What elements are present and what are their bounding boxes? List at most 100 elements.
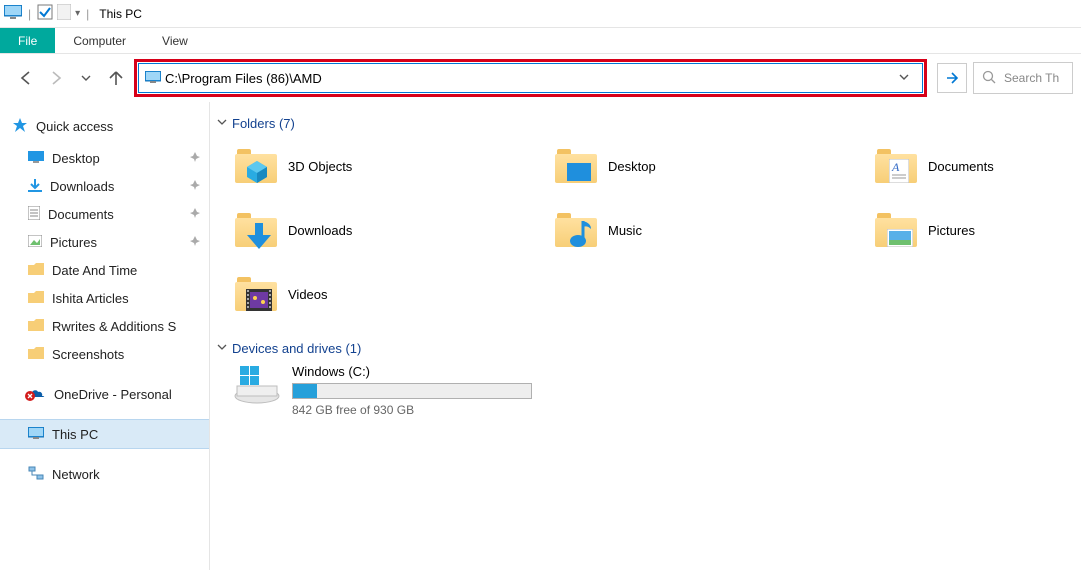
nav-back-button[interactable] — [14, 66, 38, 90]
chevron-down-icon[interactable] — [892, 71, 916, 86]
sidebar-item-label: Ishita Articles — [52, 291, 129, 306]
window-title: This PC — [95, 7, 142, 21]
folder-icon — [28, 291, 44, 306]
sidebar-item-downloads[interactable]: Downloads — [0, 172, 209, 200]
documents-icon — [28, 206, 40, 223]
separator-icon: | — [84, 7, 91, 21]
documents-icon: A — [874, 144, 918, 188]
sidebar-item-label: Desktop — [52, 151, 100, 166]
content: Folders (7) 3D Objects Desktop — [210, 102, 1081, 570]
dropdown-icon[interactable]: ▾ — [75, 8, 80, 19]
sidebar-network[interactable]: Network — [0, 460, 209, 488]
desktop-icon — [554, 144, 598, 188]
sidebar-item-label: Date And Time — [52, 263, 137, 278]
folder-documents[interactable]: A Documents — [874, 139, 1081, 193]
sidebar-item-desktop[interactable]: Desktop — [0, 144, 209, 172]
this-pc-icon — [28, 427, 44, 442]
nav-row: Search Th — [0, 54, 1081, 102]
pin-icon — [189, 151, 201, 166]
search-box[interactable]: Search Th — [973, 62, 1073, 94]
folder-icon — [28, 347, 44, 362]
sidebar-item-ishita-articles[interactable]: Ishita Articles — [0, 284, 209, 312]
separator-icon: | — [26, 7, 33, 21]
star-icon — [12, 117, 28, 136]
sidebar-item-label: OneDrive - Personal — [54, 387, 172, 402]
folders-grid: 3D Objects Desktop A — [214, 139, 1077, 337]
sidebar-item-label: Rwrites & Additions S — [52, 319, 176, 334]
folder-desktop[interactable]: Desktop — [554, 139, 854, 193]
chevron-down-icon — [216, 116, 228, 131]
3dobjects-icon — [234, 144, 278, 188]
folder-label: Documents — [928, 159, 994, 174]
go-button[interactable] — [937, 63, 967, 93]
nav-recent-button[interactable] — [74, 66, 98, 90]
checkbox-icon[interactable] — [37, 4, 53, 23]
sidebar-item-label: Downloads — [50, 179, 114, 194]
drive-label: Windows (C:) — [292, 364, 532, 379]
sidebar-item-label: Screenshots — [52, 347, 124, 362]
music-icon — [554, 208, 598, 252]
desktop-icon — [28, 151, 44, 166]
onedrive-icon — [28, 387, 46, 402]
this-pc-icon — [4, 5, 22, 22]
sidebar-item-label: Network — [52, 467, 100, 482]
folder-3d-objects[interactable]: 3D Objects — [234, 139, 534, 193]
chevron-down-icon — [216, 341, 228, 356]
sidebar-item-screenshots[interactable]: Screenshots — [0, 340, 209, 368]
address-bar[interactable] — [138, 63, 923, 93]
sidebar-item-label: This PC — [52, 427, 98, 442]
this-pc-icon — [145, 71, 161, 86]
network-icon — [28, 466, 44, 483]
drive-icon — [234, 364, 282, 408]
folder-downloads[interactable]: Downloads — [234, 203, 534, 257]
pin-icon — [189, 207, 201, 222]
sidebar-item-documents[interactable]: Documents — [0, 200, 209, 228]
downloads-icon — [234, 208, 278, 252]
sidebar-this-pc[interactable]: This PC — [0, 420, 209, 448]
svg-text:A: A — [891, 160, 900, 174]
pictures-icon — [28, 235, 42, 250]
address-input[interactable] — [161, 71, 892, 86]
nav-up-button[interactable] — [104, 66, 128, 90]
download-icon — [28, 178, 42, 195]
search-icon — [982, 70, 996, 87]
tab-file[interactable]: File — [0, 28, 55, 53]
address-bar-highlight — [134, 59, 927, 97]
drive-usage-bar — [292, 383, 532, 399]
folder-label: Pictures — [928, 223, 975, 238]
drive-windows-c[interactable]: Windows (C:) 842 GB free of 930 GB — [214, 364, 1077, 417]
folder-music[interactable]: Music — [554, 203, 854, 257]
folder-videos[interactable]: Videos — [234, 267, 534, 321]
menu-bar: File Computer View — [0, 28, 1081, 54]
folders-section-header[interactable]: Folders (7) — [214, 112, 1077, 139]
sidebar-onedrive[interactable]: OneDrive - Personal — [0, 380, 209, 408]
folder-pictures[interactable]: Pictures — [874, 203, 1081, 257]
folder-label: Desktop — [608, 159, 656, 174]
folder-icon — [28, 319, 44, 334]
folder-label: Videos — [288, 287, 328, 302]
videos-icon — [234, 272, 278, 316]
title-bar: | ▾ | This PC — [0, 0, 1081, 28]
sidebar-item-date-and-time[interactable]: Date And Time — [0, 256, 209, 284]
sidebar-item-pictures[interactable]: Pictures — [0, 228, 209, 256]
drives-section-header[interactable]: Devices and drives (1) — [214, 337, 1077, 364]
folder-label: Downloads — [288, 223, 352, 238]
folder-icon — [28, 263, 44, 278]
folder-label: 3D Objects — [288, 159, 352, 174]
sidebar-quick-access[interactable]: Quick access — [0, 112, 209, 140]
folder-label: Music — [608, 223, 642, 238]
sidebar-item-label: Pictures — [50, 235, 97, 250]
sidebar-item-label: Quick access — [36, 119, 113, 134]
sidebar: Quick access Desktop Downloads Docum — [0, 102, 210, 570]
section-label: Devices and drives (1) — [232, 341, 361, 356]
tab-computer[interactable]: Computer — [55, 28, 144, 53]
tab-view[interactable]: View — [144, 28, 206, 53]
sidebar-item-rwrites[interactable]: Rwrites & Additions S — [0, 312, 209, 340]
doc-icon[interactable] — [57, 4, 71, 23]
pictures-icon — [874, 208, 918, 252]
nav-forward-button[interactable] — [44, 66, 68, 90]
section-label: Folders (7) — [232, 116, 295, 131]
pin-icon — [189, 179, 201, 194]
pin-icon — [189, 235, 201, 250]
body: Quick access Desktop Downloads Docum — [0, 102, 1081, 570]
